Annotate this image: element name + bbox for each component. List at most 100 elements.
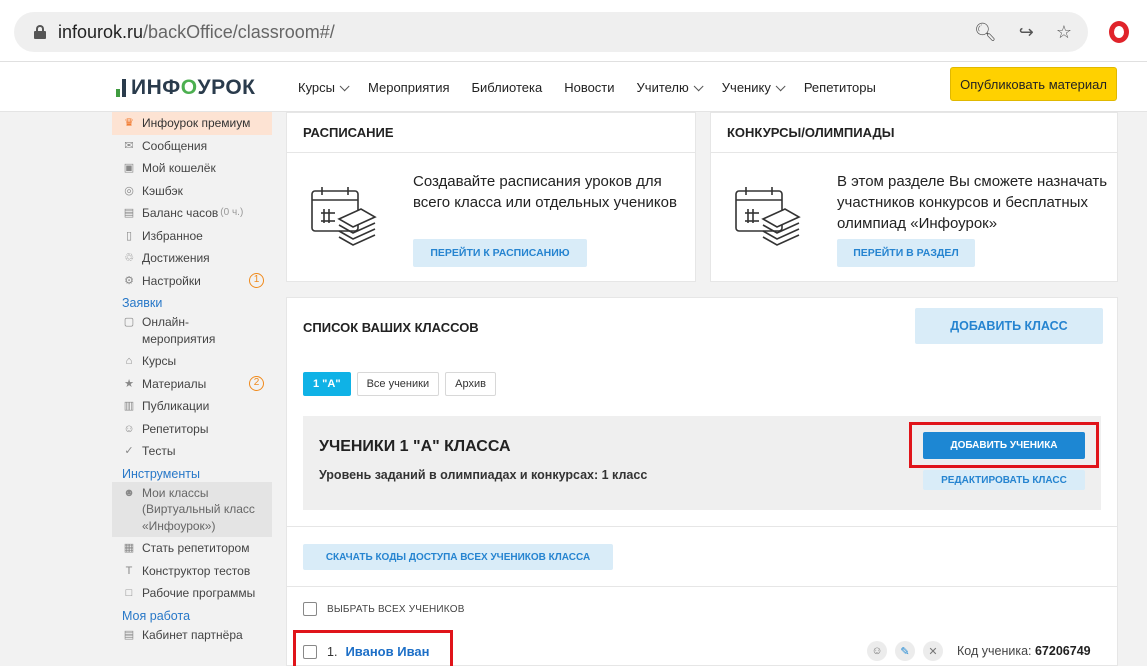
sidebar-section-requests: Заявки bbox=[122, 296, 163, 310]
sidebar-item-achievements[interactable]: ♲ Достижения bbox=[112, 247, 272, 270]
tab-all-students[interactable]: Все ученики bbox=[356, 372, 440, 396]
sidebar-item-test-builder[interactable]: T Конструктор тестов bbox=[112, 560, 272, 583]
nav-tutors[interactable]: Репетиторы bbox=[804, 80, 876, 95]
sidebar-item-premium[interactable]: ♛ Инфоурок премиум bbox=[112, 112, 272, 135]
sidebar-section-my-work: Моя работа bbox=[122, 608, 191, 623]
class-heading: УЧЕНИКИ 1 "А" КЛАССА bbox=[319, 438, 511, 455]
close-icon[interactable]: ✕ bbox=[923, 641, 943, 661]
select-all-label: ВЫБРАТЬ ВСЕХ УЧЕНИКОВ bbox=[327, 603, 465, 615]
contests-card: КОНКУРСЫ/ОЛИМПИАДЫ В этом разделе Вы смо… bbox=[710, 112, 1118, 282]
go-to-section-button[interactable]: ПЕРЕЙТИ В РАЗДЕЛ bbox=[837, 239, 975, 267]
logo-text-2: УРОК bbox=[197, 76, 256, 99]
pencil-icon[interactable]: ✎ bbox=[895, 641, 915, 661]
opera-icon[interactable] bbox=[1109, 21, 1129, 43]
select-all-checkbox[interactable] bbox=[303, 602, 317, 616]
gear-icon: ⚙ bbox=[124, 274, 134, 287]
share-icon[interactable]: ↪ bbox=[1019, 22, 1034, 43]
class-tabs: 1 "А" Все ученики Архив bbox=[303, 372, 496, 396]
logo-bars-icon bbox=[116, 79, 126, 97]
chevron-down-icon bbox=[339, 80, 350, 91]
publish-material-button[interactable]: Опубликовать материал bbox=[950, 67, 1117, 101]
sidebar-item-work-programs[interactable]: □ Рабочие программы bbox=[112, 582, 272, 605]
materials-badge: 2 bbox=[249, 375, 264, 391]
people-icon: ☺ bbox=[123, 422, 135, 435]
chevron-down-icon bbox=[693, 80, 704, 91]
nav-library[interactable]: Библиотека bbox=[472, 80, 543, 95]
sidebar-item-online-events[interactable]: ▢ Онлайн-мероприятия bbox=[112, 311, 272, 350]
browser-toolbar: infourok.ru/backOffice/classroom#/ 🔍︎ ↪ … bbox=[0, 0, 1147, 62]
class-panel: УЧЕНИКИ 1 "А" КЛАССА Уровень заданий в о… bbox=[303, 416, 1101, 510]
lock-icon bbox=[34, 25, 46, 39]
text-icon: T bbox=[125, 564, 133, 577]
add-class-button[interactable]: ДОБАВИТЬ КЛАСС bbox=[915, 308, 1103, 344]
sidebar-item-hours[interactable]: ▤ Баланс часов (0 ч.) bbox=[112, 202, 272, 225]
sidebar-item-messages[interactable]: ✉ Сообщения bbox=[112, 135, 272, 158]
sidebar-item-tests[interactable]: ✓ Тесты bbox=[112, 440, 272, 463]
sidebar: ♛ Инфоурок премиум ✉ Сообщения ▣ Мой кошелё… bbox=[112, 112, 272, 666]
sidebar-item-wallet[interactable]: ▣ Мой кошелёк bbox=[112, 157, 272, 180]
sidebar-item-publications[interactable]: ▥ Публикации bbox=[112, 395, 272, 418]
tab-class-1a[interactable]: 1 "А" bbox=[303, 372, 351, 396]
infourok-logo[interactable]: ИНФ О УРОК bbox=[116, 76, 255, 100]
bookmark-icon: ▯ bbox=[125, 229, 133, 242]
nav-news[interactable]: Новости bbox=[564, 80, 614, 95]
sidebar-section-tools: Инструменты bbox=[122, 466, 200, 481]
nav-teacher[interactable]: Учителю bbox=[637, 80, 704, 95]
star-icon: ★ bbox=[124, 377, 134, 390]
student-highlight bbox=[293, 630, 453, 666]
calendar-books-icon bbox=[311, 187, 377, 246]
nav-courses[interactable]: Курсы bbox=[298, 80, 350, 95]
sidebar-item-cashback[interactable]: ◎ Кэшбэк bbox=[112, 180, 272, 203]
logo-text-1: ИНФ bbox=[131, 76, 181, 99]
classes-card: СПИСОК ВАШИХ КЛАССОВ ДОБАВИТЬ КЛАСС 1 "А… bbox=[286, 297, 1118, 666]
logo-text-o: О bbox=[180, 76, 198, 99]
student-code: Код ученика: 67206749 bbox=[957, 644, 1091, 658]
olympiad-level-text: Уровень заданий в олимпиадах и конкурсах… bbox=[319, 468, 648, 482]
wallet-icon: ▣ bbox=[123, 162, 135, 174]
board-icon: ▦ bbox=[123, 542, 135, 554]
go-to-schedule-button[interactable]: ПЕРЕЙТИ К РАСПИСАНИЮ bbox=[413, 239, 587, 267]
document-icon: ▤ bbox=[123, 628, 135, 641]
sidebar-item-courses[interactable]: ⌂ Курсы bbox=[112, 350, 272, 373]
settings-badge: 1 bbox=[249, 272, 264, 288]
main-nav: Курсы Мероприятия Библиотека Новости Учи… bbox=[298, 62, 876, 112]
book-icon: ▥ bbox=[123, 400, 135, 412]
select-all-row[interactable]: ВЫБРАТЬ ВСЕХ УЧЕНИКОВ bbox=[303, 602, 465, 616]
sidebar-item-tutors[interactable]: ☺ Репетиторы bbox=[112, 418, 272, 441]
screen-icon: ▢ bbox=[123, 316, 135, 328]
chevron-down-icon bbox=[775, 80, 786, 91]
check-circle-icon: ✓ bbox=[124, 445, 134, 457]
student-actions: ☺ ✎ ✕ Код ученика: 67206749 bbox=[867, 641, 1091, 661]
edit-class-button[interactable]: РЕДАКТИРОВАТЬ КЛАСС bbox=[923, 470, 1085, 490]
sidebar-item-favorites[interactable]: ▯ Избранное bbox=[112, 225, 272, 248]
schedule-title: РАСПИСАНИЕ bbox=[303, 125, 394, 140]
contests-title: КОНКУРСЫ/ОЛИМПИАДЫ bbox=[727, 125, 895, 140]
address-bar[interactable]: infourok.ru/backOffice/classroom#/ 🔍︎ ↪ … bbox=[14, 12, 1088, 52]
classes-title: СПИСОК ВАШИХ КЛАССОВ bbox=[303, 320, 479, 335]
sidebar-item-settings[interactable]: ⚙ Настройки 1 bbox=[112, 270, 272, 293]
calendar-books-icon bbox=[735, 187, 801, 246]
sidebar-item-partner-cabinet[interactable]: ▤ Кабинет партнёра bbox=[112, 624, 272, 647]
tab-archive[interactable]: Архив bbox=[445, 372, 496, 396]
crown-icon: ♛ bbox=[124, 117, 134, 129]
star-icon[interactable]: ☆ bbox=[1056, 22, 1072, 43]
calendar-icon: ▤ bbox=[123, 207, 135, 219]
add-student-highlight bbox=[909, 422, 1099, 468]
envelope-icon: ✉ bbox=[124, 139, 134, 152]
divider bbox=[287, 586, 1117, 587]
sidebar-item-materials[interactable]: ★ Материалы 2 bbox=[112, 373, 272, 396]
nav-events[interactable]: Мероприятия bbox=[368, 80, 450, 95]
download-codes-button[interactable]: СКАЧАТЬ КОДЫ ДОСТУПА ВСЕХ УЧЕНИКОВ КЛАСС… bbox=[303, 544, 613, 570]
coin-icon: ◎ bbox=[124, 184, 134, 197]
contests-text: В этом разделе Вы сможете назначать учас… bbox=[837, 173, 1108, 232]
sidebar-item-become-tutor[interactable]: ▦ Стать репетитором bbox=[112, 537, 272, 560]
classroom-icon: ☻ bbox=[123, 486, 135, 499]
nav-student[interactable]: Ученику bbox=[722, 80, 786, 95]
zoom-icon[interactable]: 🔍︎ bbox=[974, 22, 997, 43]
user-icon[interactable]: ☺ bbox=[867, 641, 887, 661]
divider bbox=[287, 526, 1117, 527]
schedule-text: Создавайте расписания уроков для всего к… bbox=[413, 173, 677, 211]
sidebar-item-my-classes[interactable]: ☻ Мои классы (Виртуальный класс «Инфоурок… bbox=[112, 481, 272, 537]
trophy-icon: ♲ bbox=[124, 252, 134, 264]
graduation-cap-icon: ⌂ bbox=[125, 355, 133, 367]
